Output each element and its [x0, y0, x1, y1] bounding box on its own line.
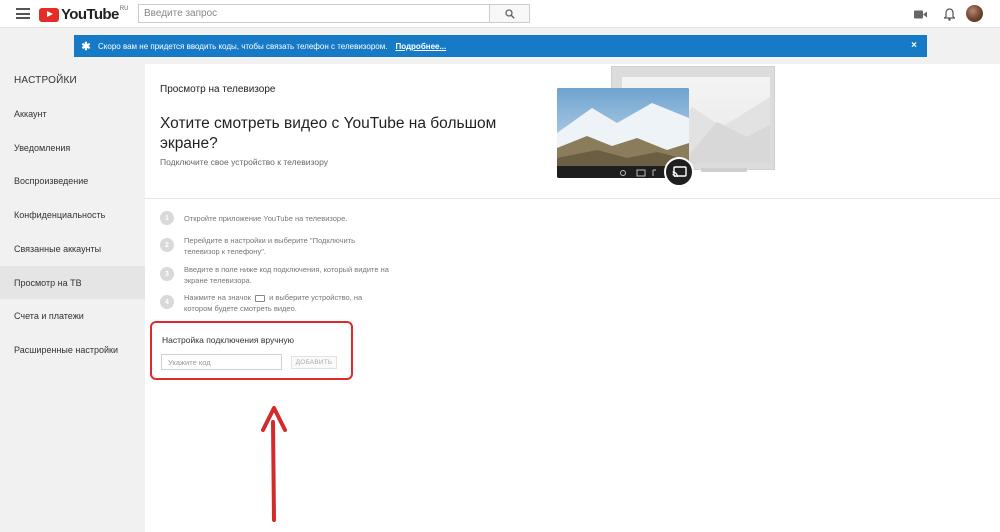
banner-learn-more-link[interactable]: Подробнее... [395, 42, 446, 51]
sidebar-item-playback[interactable]: Воспроизведение [0, 164, 145, 197]
page-subline: Подключите свое устройство к телевизору [160, 157, 328, 167]
add-button[interactable]: ДОБАВИТЬ [291, 356, 337, 369]
bell-icon [943, 7, 955, 21]
step-number: 4 [160, 295, 174, 309]
logo-text: YouTube [61, 6, 119, 23]
sidebar-item-connected-accounts[interactable]: Связанные аккаунты [0, 232, 145, 265]
step-item: 3 Введите в поле ниже код подключения, к… [160, 264, 402, 286]
info-banner: ✱ Скоро вам не придется вводить коды, чт… [74, 35, 927, 57]
sidebar-title: НАСТРОЙКИ [14, 75, 77, 86]
step-number: 1 [160, 211, 174, 225]
sidebar-item-advanced[interactable]: Расширенные настройки [0, 333, 145, 366]
sidebar-item-privacy[interactable]: Конфиденциальность [0, 198, 145, 231]
star-icon: ✱ [81, 40, 91, 53]
logo-region: RU [119, 5, 129, 12]
tv-code-input[interactable] [161, 354, 282, 370]
video-camera-icon [913, 10, 927, 18]
search-button[interactable] [490, 4, 530, 23]
upload-video-button[interactable] [912, 6, 928, 22]
youtube-logo[interactable]: YouTube RU [39, 6, 128, 23]
banner-text: Скоро вам не придется вводить коды, чтоб… [98, 41, 388, 51]
step-number: 2 [160, 238, 174, 252]
sidebar-item-notifications[interactable]: Уведомления [0, 131, 145, 164]
avatar[interactable] [966, 5, 983, 22]
step-item: 4 Нажмите на значок и выберите устройств… [160, 292, 384, 314]
step-text: Нажмите на значок и выберите устройство,… [184, 292, 384, 314]
section-title: Просмотр на телевизоре [160, 84, 276, 95]
notifications-button[interactable] [941, 6, 957, 22]
step-item: 1 Откройте приложение YouTube на телевиз… [160, 211, 404, 225]
page-headline: Хотите смотреть видео с YouTube на больш… [160, 115, 497, 152]
search-bar [138, 4, 530, 23]
settings-sidebar: НАСТРОЙКИ Аккаунт Уведомления Воспроизве… [0, 66, 145, 532]
top-bar: YouTube RU [0, 0, 1000, 28]
cast-icon [255, 294, 265, 302]
close-icon[interactable]: × [911, 40, 917, 51]
step-item: 2 Перейдите в настройки и выберите "Подк… [160, 235, 384, 257]
settings-icon [620, 170, 626, 176]
step-text: Перейдите в настройки и выберите "Подклю… [184, 236, 355, 256]
step-text-before: Нажмите на значок [184, 293, 251, 302]
play-logo-icon [39, 7, 59, 22]
step-text: Откройте приложение YouTube на телевизор… [184, 214, 348, 223]
search-input[interactable] [138, 4, 490, 23]
menu-icon[interactable] [16, 8, 30, 19]
red-arrow-annotation [261, 406, 287, 522]
sidebar-item-watch-on-tv[interactable]: Просмотр на ТВ [0, 266, 145, 299]
manual-connection-box: Настройка подключения вручную ДОБАВИТЬ [150, 321, 353, 380]
search-icon [504, 8, 515, 19]
sidebar-item-billing[interactable]: Счета и платежи [0, 299, 145, 332]
cast-icon [664, 157, 694, 187]
tv-illustration [557, 66, 775, 188]
divider [145, 198, 1000, 199]
step-number: 3 [160, 267, 174, 281]
main-content: Просмотр на телевизоре Хотите смотреть в… [145, 64, 1000, 532]
step-text: Введите в поле ниже код подключения, кот… [184, 265, 389, 285]
manual-connection-title: Настройка подключения вручную [162, 335, 294, 345]
sidebar-item-account[interactable]: Аккаунт [0, 97, 145, 130]
